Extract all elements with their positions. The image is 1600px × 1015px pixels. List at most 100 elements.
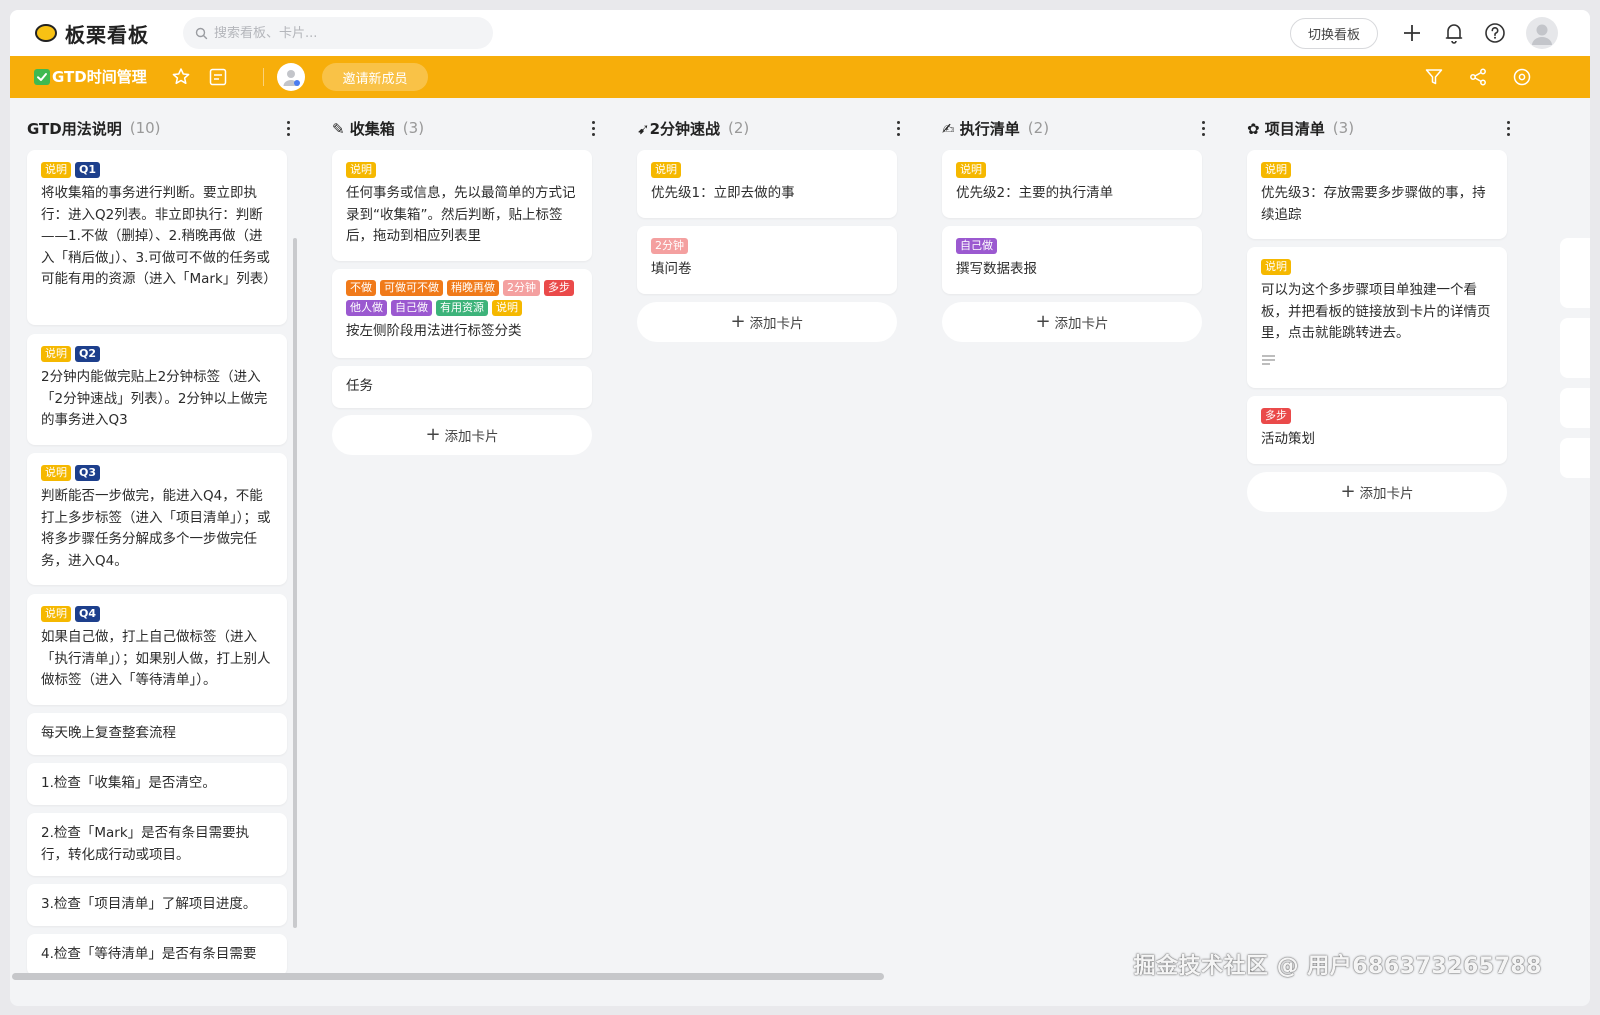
list-column: ✿ 项目清单 (3) 说明 优先级3：存放需要多步骤做的事，持续追踪 说明 可以… [1247, 98, 1515, 978]
app-logo[interactable]: 板栗看板 [35, 20, 149, 47]
board-title: GTD时间管理 [52, 68, 147, 86]
tag: 说明 [492, 300, 522, 316]
column-header[interactable]: ✿ 项目清单 (3) [1247, 116, 1515, 140]
board-description-icon[interactable] [207, 66, 229, 88]
card[interactable]: 说明 优先级2：主要的执行清单 [942, 150, 1202, 218]
card[interactable]: 说明 优先级1：立即去做的事 [637, 150, 897, 218]
board-columns: GTD用法说明 (10) 说明 Q1 将收集箱的事务进行判断。要立即执行：进入Q… [10, 98, 1590, 978]
card-tags: 说明 [1261, 259, 1493, 275]
tag: Q4 [75, 606, 101, 622]
search-input[interactable] [214, 25, 474, 41]
tag: Q1 [75, 162, 101, 178]
column-header[interactable]: GTD用法说明 (10) [27, 116, 295, 140]
column-count: (2) [1027, 119, 1050, 137]
share-icon[interactable] [1467, 66, 1489, 88]
card[interactable]: 说明 Q1 将收集箱的事务进行判断。要立即执行：进入Q2列表。非立即执行：判断—… [27, 150, 287, 325]
column-count: (3) [1332, 119, 1355, 137]
add-card-label: 添加卡片 [444, 429, 499, 445]
column-title: ✎ 收集箱 [332, 119, 395, 138]
filter-icon[interactable] [1423, 66, 1445, 88]
card[interactable]: 2.检查「Mark」是否有条目需要执行，转化成行动或项目。 [27, 813, 287, 876]
tag: 2分钟 [503, 280, 540, 296]
tag: 说明 [41, 606, 71, 622]
column-header[interactable]: ➹2分钟速战 (2) [637, 116, 905, 140]
star-icon[interactable] [170, 66, 192, 88]
card-tags: 2分钟 [651, 238, 883, 254]
card[interactable]: 3.检查「项目清单」了解项目进度。 [27, 884, 287, 926]
card[interactable]: 说明 优先级3：存放需要多步骤做的事，持续追踪 [1247, 150, 1507, 239]
column-menu-icon[interactable] [281, 118, 295, 138]
search-box[interactable] [183, 17, 493, 49]
switch-board-button[interactable]: 切换看板 [1290, 18, 1378, 49]
tag: 说明 [41, 346, 71, 362]
card-tags: 多步 [1261, 408, 1493, 424]
card-tags: 说明 Q3 [41, 465, 273, 481]
plus-icon: + [730, 311, 746, 332]
column-header[interactable]: ✎ 收集箱 (3) [332, 116, 600, 140]
plus-icon[interactable] [1400, 21, 1424, 45]
card[interactable]: 4.检查「等待清单」是否有条目需要 [27, 934, 287, 976]
plus-icon: + [425, 424, 441, 445]
card-text: 可以为这个多步骤项目单独建一个看板，并把看板的链接放到卡片的详情页里，点击就能跳… [1261, 282, 1491, 341]
invite-member-button[interactable]: 邀请新成员 [322, 63, 428, 91]
column-menu-icon[interactable] [1501, 118, 1515, 138]
add-card-label: 添加卡片 [749, 316, 804, 332]
tag: 可做可不做 [380, 280, 443, 296]
card[interactable]: 多步 活动策划 [1247, 396, 1507, 464]
card[interactable]: 说明 任何事务或信息，先以最简单的方式记录到“收集箱”。然后判断，贴上标签后，拖… [332, 150, 592, 261]
tag: 说明 [651, 162, 681, 178]
card-text: 填问卷 [651, 261, 692, 277]
settings-icon[interactable] [1511, 66, 1533, 88]
card[interactable]: 任务 [332, 366, 592, 408]
user-avatar[interactable] [1526, 17, 1558, 49]
tag: 不做 [346, 280, 376, 296]
column-count: (3) [402, 119, 425, 137]
card-tags: 说明 Q2 [41, 346, 273, 362]
card[interactable]: 说明 可以为这个多步骤项目单独建一个看板，并把看板的链接放到卡片的详情页里，点击… [1247, 247, 1507, 388]
card[interactable]: 说明 Q2 2分钟内能做完贴上2分钟标签（进入「2分钟速战」列表）。2分钟以上做… [27, 334, 287, 445]
column-scrollbar[interactable] [293, 238, 297, 928]
add-card-button[interactable]: + 添加卡片 [332, 415, 592, 455]
tag: Q3 [75, 465, 101, 481]
tag: 他人做 [346, 300, 387, 316]
card-tags: 自己做 [956, 238, 1188, 254]
card-text: 4.检查「等待清单」是否有条目需要 [41, 946, 257, 962]
column-header[interactable]: ✍ 执行清单 (2) [942, 116, 1210, 140]
card-tags: 说明 [1261, 162, 1493, 178]
card[interactable]: 1.检查「收集箱」是否清空。 [27, 763, 287, 805]
column-title: GTD用法说明 [27, 119, 122, 138]
add-card-label: 添加卡片 [1054, 316, 1109, 332]
bell-icon[interactable] [1442, 21, 1466, 45]
card-text: 将收集箱的事务进行判断。要立即执行：进入Q2列表。非立即执行：判断——1.不做（… [41, 185, 277, 287]
list-column: ➹2分钟速战 (2) 说明 优先级1：立即去做的事 2分钟 填问卷 + 添加卡片 [637, 98, 905, 978]
toolbar-divider [263, 68, 264, 86]
card-tags: 不做 可做可不做 稍晚再做 2分钟 多步 他人做 自己做 有用资源 说明 [346, 280, 578, 316]
board-toolbar: GTD时间管理 邀请新成员 [10, 56, 1590, 98]
card-text: 优先级2：主要的执行清单 [956, 185, 1114, 201]
card[interactable]: 说明 Q4 如果自己做，打上自己做标签（进入「执行清单」）；如果别人做，打上别人… [27, 594, 287, 705]
card-text: 如果自己做，打上自己做标签（进入「执行清单」）；如果别人做，打上别人做标签（进入… [41, 629, 271, 688]
column-menu-icon[interactable] [891, 118, 905, 138]
card-text: 撰写数据表报 [956, 261, 1037, 277]
add-card-button[interactable]: + 添加卡片 [637, 302, 897, 342]
card[interactable]: 说明 Q3 判断能否一步做完，能进入Q4，不能打上多步标签（进入「项目清单」）；… [27, 453, 287, 585]
member-avatar[interactable] [277, 63, 305, 91]
card[interactable]: 2分钟 填问卷 [637, 226, 897, 294]
card[interactable]: 自己做 撰写数据表报 [942, 226, 1202, 294]
add-card-button[interactable]: + 添加卡片 [1247, 472, 1507, 512]
help-icon[interactable] [1483, 21, 1507, 45]
column-menu-icon[interactable] [1196, 118, 1210, 138]
tag: 说明 [956, 162, 986, 178]
card-text: 活动策划 [1261, 431, 1315, 447]
card-text: 3.检查「项目清单」了解项目进度。 [41, 896, 257, 912]
tag: 自己做 [956, 238, 997, 254]
column-menu-icon[interactable] [586, 118, 600, 138]
card[interactable]: 每天晚上复查整套流程 [27, 713, 287, 755]
horizontal-scrollbar[interactable] [12, 973, 884, 980]
add-card-button[interactable]: + 添加卡片 [942, 302, 1202, 342]
column-title: ✍ 执行清单 [942, 119, 1020, 138]
tag: 稍晚再做 [447, 280, 499, 296]
card-text: 每天晚上复查整套流程 [41, 725, 176, 741]
board-title-wrap[interactable]: GTD时间管理 [34, 66, 147, 87]
card[interactable]: 不做 可做可不做 稍晚再做 2分钟 多步 他人做 自己做 有用资源 说明 按左侧… [332, 269, 592, 358]
